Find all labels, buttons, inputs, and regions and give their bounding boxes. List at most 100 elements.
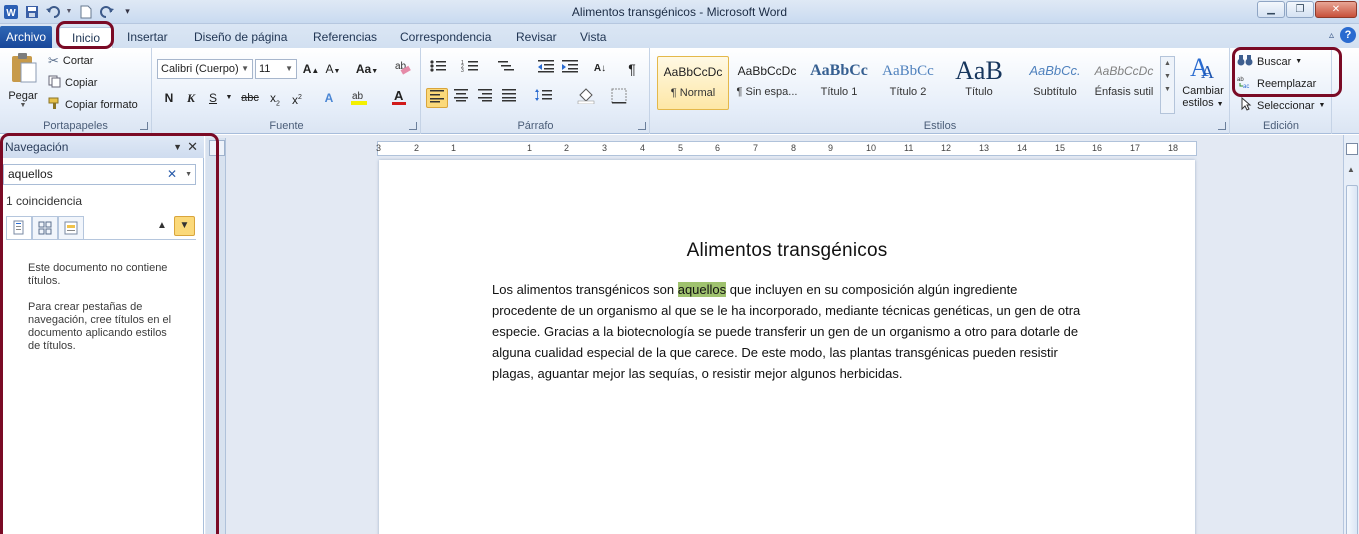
ruler-number: 3: [602, 143, 608, 153]
replace-button[interactable]: ab ac Reemplazar: [1237, 75, 1316, 92]
shading-button[interactable]: [574, 88, 600, 108]
ruler-number: 10: [866, 143, 877, 153]
grow-font-button[interactable]: A▲: [301, 59, 321, 79]
style-normal[interactable]: AaBbCcDc ¶ Normal: [657, 56, 729, 110]
align-left-button[interactable]: [426, 88, 448, 108]
align-center-button[interactable]: [451, 88, 471, 108]
style-name: Énfasis sutil: [1094, 86, 1154, 98]
select-button[interactable]: Seleccionar ▼: [1237, 96, 1325, 114]
format-painter-button[interactable]: Copiar formato: [48, 97, 138, 113]
scissors-icon: ✂: [48, 53, 59, 68]
search-highlight: aquellos: [677, 282, 727, 297]
font-name-combo[interactable]: Calibri (Cuerpo) ▼: [157, 59, 253, 79]
strikethrough-button[interactable]: abc: [237, 88, 263, 108]
clipboard-launcher-icon[interactable]: [140, 122, 148, 130]
numbering-button[interactable]: 123: [460, 59, 480, 79]
minimize-button[interactable]: ▁: [1257, 1, 1285, 18]
line-spacing-button[interactable]: [532, 88, 558, 108]
sort-button[interactable]: A↓: [590, 59, 610, 79]
chevron-down-icon[interactable]: ▼: [1161, 73, 1174, 80]
paste-button[interactable]: Pegar ▼: [5, 52, 41, 109]
cut-button[interactable]: ✂ Cortar: [48, 53, 93, 69]
style-subtle-emphasis[interactable]: AaBbCcDc Énfasis sutil: [1088, 56, 1160, 110]
tab-review[interactable]: Revisar: [516, 27, 557, 48]
borders-button[interactable]: [606, 88, 632, 108]
pane-options-icon[interactable]: ▼: [173, 136, 182, 158]
change-styles-icon: AA: [1190, 53, 1214, 82]
tab-pages[interactable]: [32, 216, 58, 240]
style-heading-1[interactable]: AaBbCc Título 1: [803, 56, 875, 110]
navigation-search-input[interactable]: aquellos ✕ ▼: [3, 164, 196, 185]
ruler-number: 3: [376, 143, 382, 153]
help-icon[interactable]: ?: [1340, 27, 1356, 43]
clear-search-icon[interactable]: ✕: [167, 165, 177, 184]
previous-result-icon[interactable]: ▲: [157, 220, 167, 231]
justify-button[interactable]: [499, 88, 519, 108]
close-button[interactable]: ✕: [1315, 1, 1357, 18]
style-heading-2[interactable]: AaBbCc Título 2: [872, 56, 944, 110]
tab-mailings[interactable]: Correspondencia: [400, 27, 491, 48]
highlight-color-button[interactable]: ab: [349, 88, 369, 108]
style-no-spacing[interactable]: AaBbCcDc ¶ Sin espa...: [731, 56, 803, 110]
group-label-styles: Estilos: [923, 120, 957, 132]
ruler-number: 1: [527, 143, 533, 153]
scrollbar-thumb[interactable]: [1346, 185, 1358, 534]
next-result-button[interactable]: ▼: [174, 216, 195, 236]
tab-view[interactable]: Vista: [580, 27, 606, 48]
styles-gallery-scroll[interactable]: ▲ ▼ ▼: [1160, 56, 1175, 114]
copy-button[interactable]: Copiar: [48, 75, 97, 91]
results-icon: [64, 221, 78, 235]
replace-label: Reemplazar: [1257, 77, 1317, 90]
scroll-up-icon[interactable]: ▲: [1347, 165, 1355, 174]
styles-launcher-icon[interactable]: [1218, 122, 1226, 130]
italic-button[interactable]: K: [181, 88, 201, 108]
decrease-indent-button[interactable]: [536, 59, 556, 79]
font-size-combo[interactable]: 11 ▼: [255, 59, 297, 79]
group-label-clipboard: Portapapeles: [43, 120, 108, 132]
tab-home[interactable]: Inicio: [59, 27, 113, 48]
maximize-button[interactable]: ❐: [1286, 1, 1314, 18]
horizontal-ruler: 3 2 1 1 2 3 4 5 6 7 8 9 10 11 12 13 14 15 16 17 18: [376, 141, 1197, 156]
tab-headings[interactable]: [6, 216, 32, 240]
font-launcher-icon[interactable]: [409, 122, 417, 130]
minimize-ribbon-icon[interactable]: ▵: [1329, 30, 1334, 41]
highlighter-icon: ab: [351, 91, 367, 105]
find-button[interactable]: Buscar ▼: [1237, 53, 1302, 70]
font-color-button[interactable]: A: [389, 88, 409, 108]
search-options-icon[interactable]: ▼: [185, 165, 192, 184]
close-icon[interactable]: ✕: [187, 136, 198, 158]
bullets-button[interactable]: [428, 59, 448, 79]
justify-icon: [502, 89, 516, 102]
tab-results[interactable]: [58, 216, 84, 240]
clear-format-button[interactable]: ab: [393, 59, 413, 79]
cut-label: Cortar: [62, 55, 94, 67]
show-marks-button[interactable]: ¶: [622, 59, 642, 79]
tab-insert[interactable]: Insertar: [127, 27, 168, 48]
vertical-scrollbar[interactable]: ▲: [1343, 135, 1359, 534]
window-controls: ▁ ❐ ✕: [1257, 1, 1357, 18]
chevron-up-icon[interactable]: ▲: [1161, 60, 1174, 67]
underline-dropdown-icon[interactable]: ▼: [219, 88, 239, 108]
text-effects-button[interactable]: A: [319, 88, 339, 108]
multilevel-list-button[interactable]: [496, 59, 516, 79]
tab-page-design[interactable]: Diseño de página: [194, 27, 287, 48]
superscript-button[interactable]: x2: [287, 88, 307, 108]
ruler-view-icon[interactable]: [1346, 143, 1358, 155]
more-styles-icon[interactable]: ▼: [1161, 86, 1174, 93]
ruler-toggle-icon[interactable]: [209, 140, 225, 156]
paragraph-launcher-icon[interactable]: [638, 122, 646, 130]
bold-button[interactable]: N: [159, 88, 179, 108]
tab-file[interactable]: Archivo: [0, 26, 52, 48]
ruler-number: 9: [828, 143, 834, 153]
shrink-font-button[interactable]: A▼: [323, 59, 343, 79]
paragraph-text: Los alimentos transgénicos son: [492, 282, 678, 297]
document-page[interactable]: Alimentos transgénicos Los alimentos tra…: [379, 160, 1195, 534]
align-right-button[interactable]: [475, 88, 495, 108]
subscript-button[interactable]: x2: [265, 88, 285, 108]
increase-indent-button[interactable]: [560, 59, 580, 79]
change-case-button[interactable]: Aa▼: [353, 59, 381, 79]
style-subtitle[interactable]: AaBbCc. Subtítulo: [1019, 56, 1091, 110]
tab-references[interactable]: Referencias: [313, 27, 377, 48]
style-title[interactable]: AaB Título: [943, 56, 1015, 110]
change-styles-button[interactable]: AA Cambiar estilos ▼: [1179, 52, 1227, 109]
